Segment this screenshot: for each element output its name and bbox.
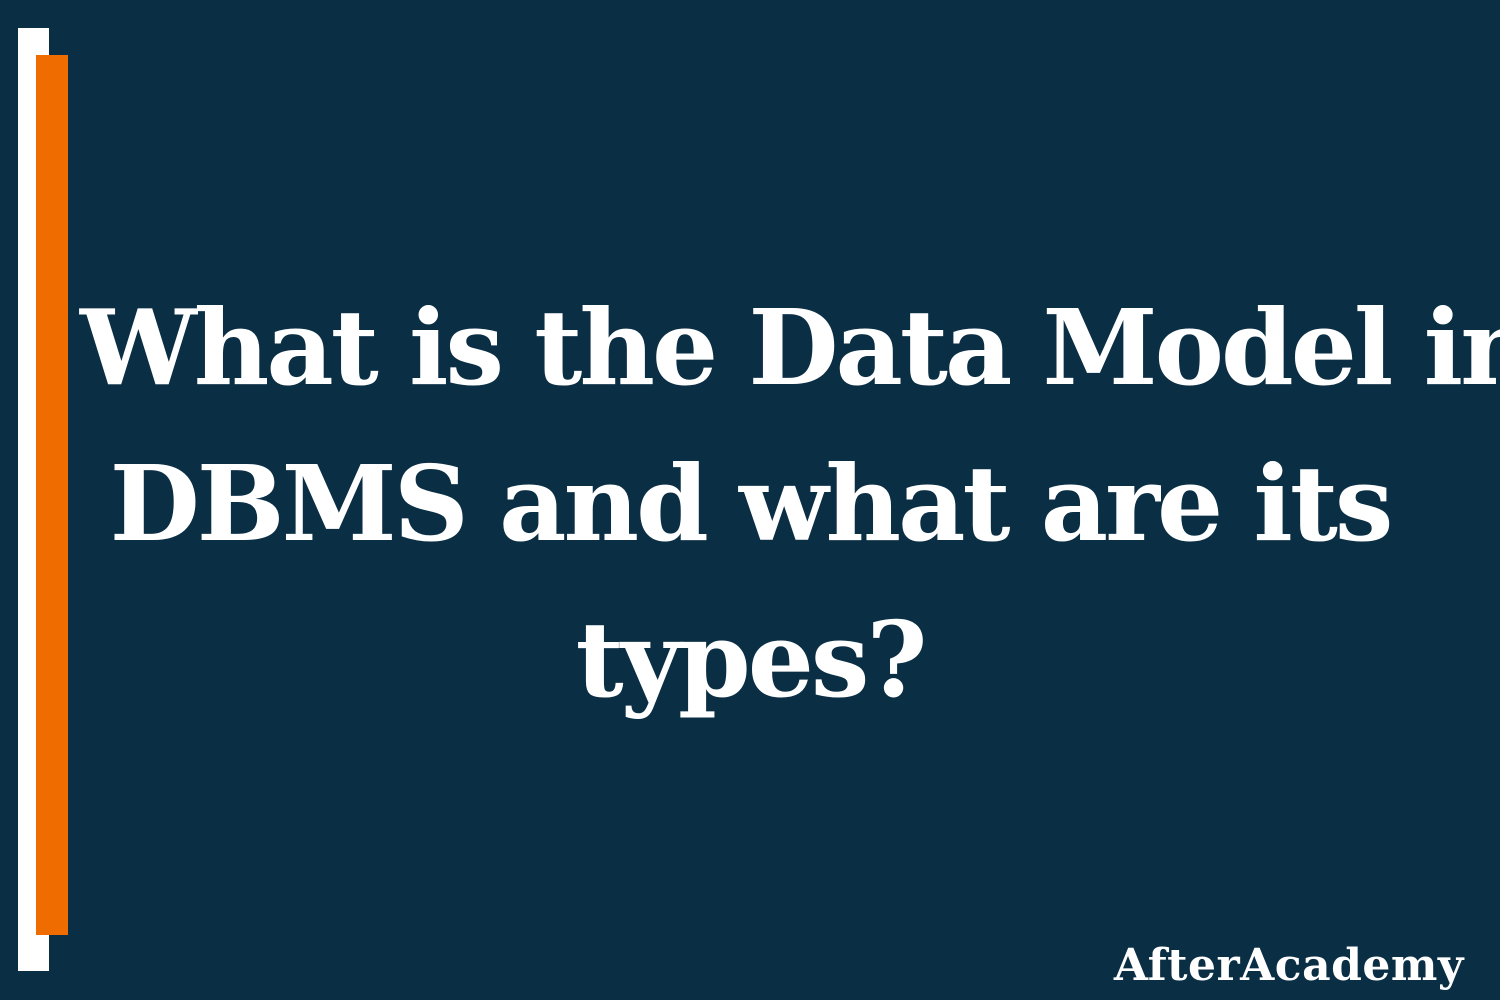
- banner-canvas: What is the Data Model in DBMS and what …: [0, 0, 1500, 1000]
- title-line-1: What is the Data Model in: [80, 286, 1500, 409]
- title-line-3: types?: [575, 598, 928, 721]
- orange-accent-bar: [36, 55, 68, 935]
- article-title: What is the Data Model in DBMS and what …: [80, 270, 1500, 738]
- brand-logo-text: AfterAcademy: [1113, 940, 1464, 991]
- title-line-2: DBMS and what are its: [109, 442, 1394, 565]
